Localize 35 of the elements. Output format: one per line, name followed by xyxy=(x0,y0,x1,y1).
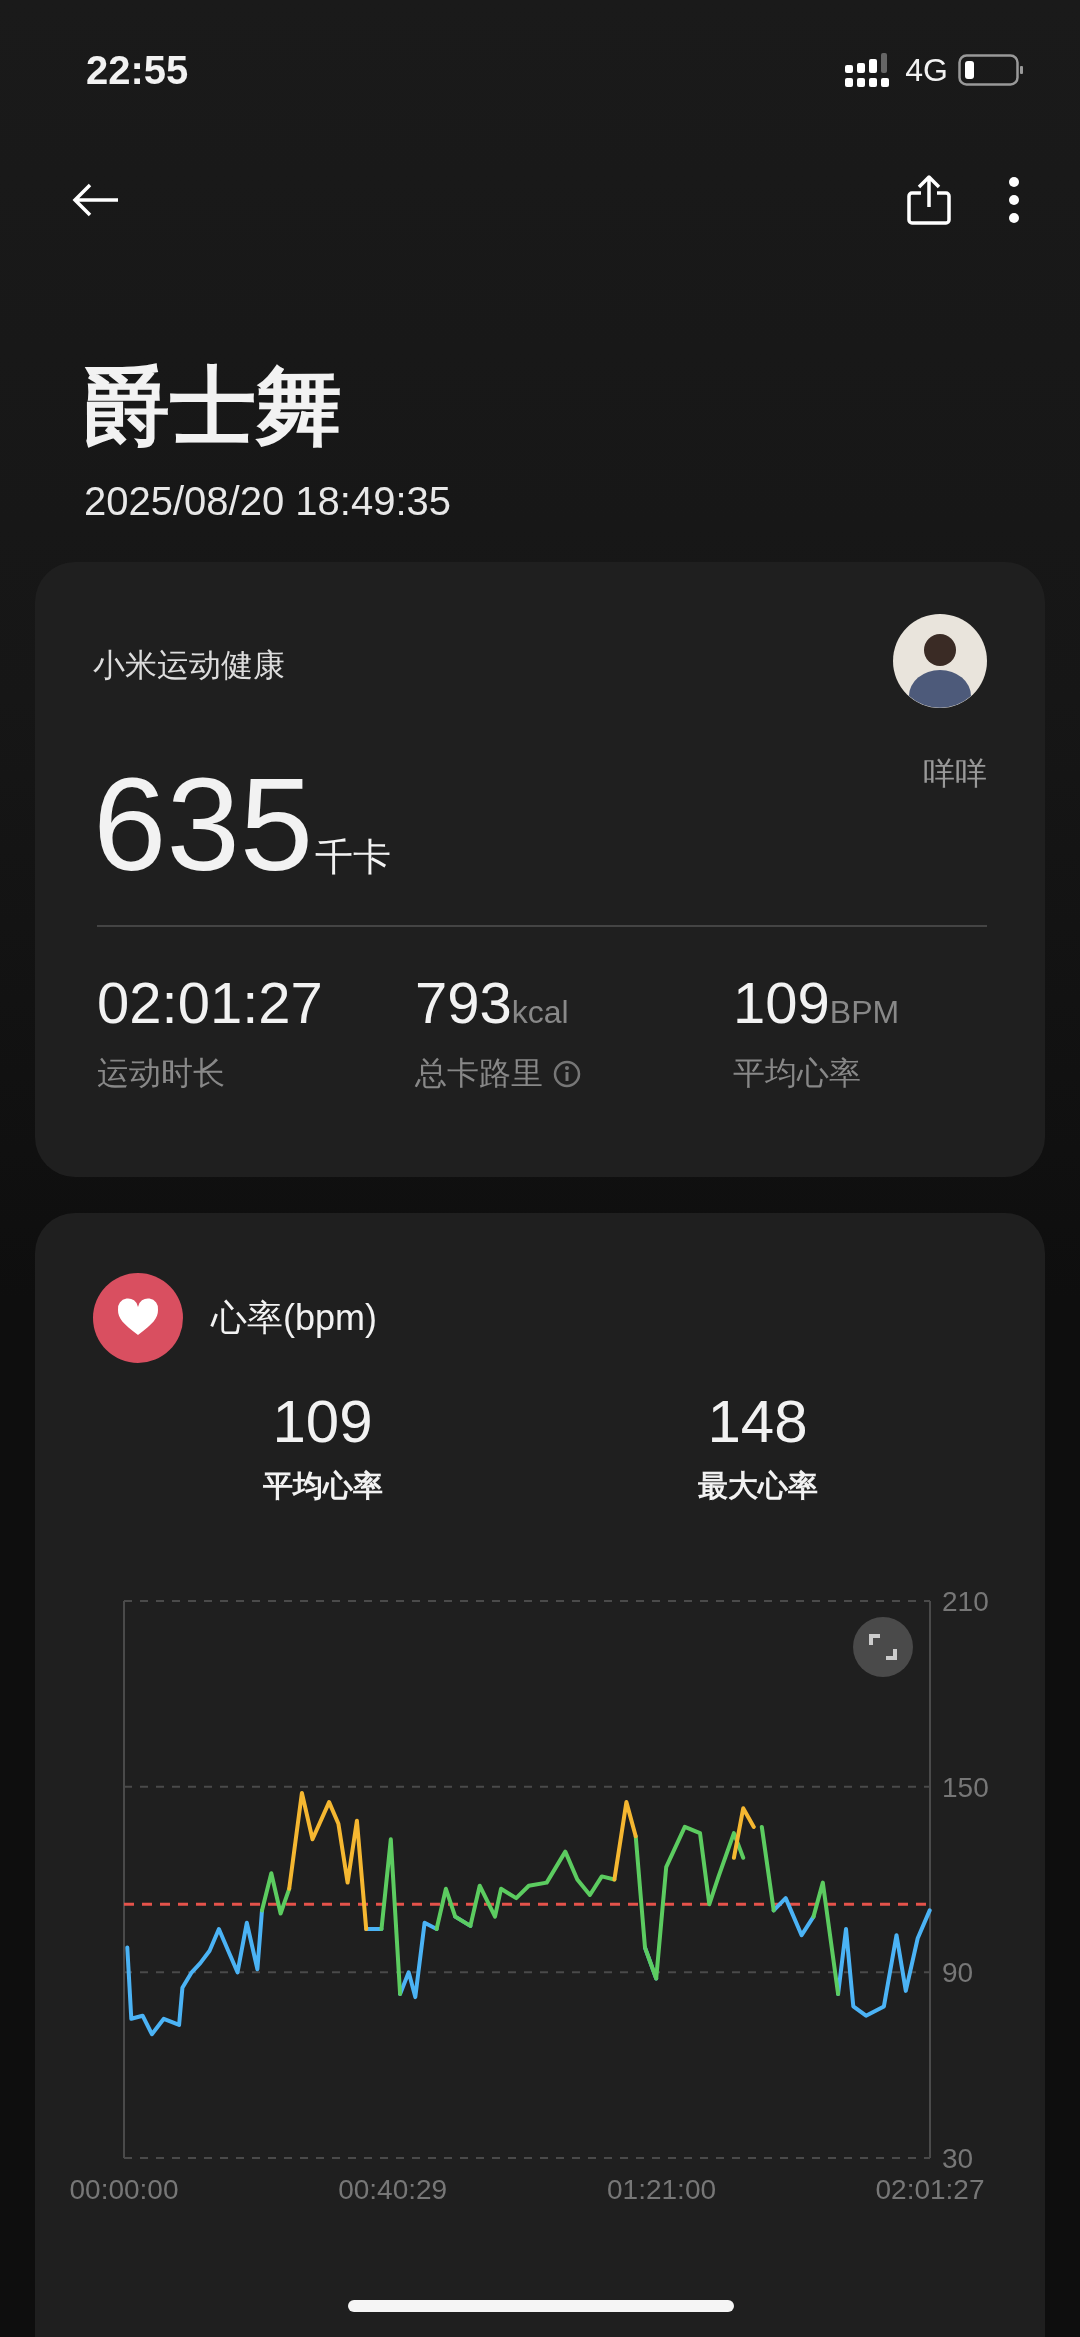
axis-label: 00:00:00 xyxy=(69,2174,179,2205)
battery-icon xyxy=(958,54,1024,86)
axis-label: 30 xyxy=(942,2143,974,2174)
axis-label: 01:21:00 xyxy=(607,2174,717,2205)
axis-label: 02:01:27 xyxy=(875,2174,985,2205)
stat-value: 148 xyxy=(707,1387,808,1456)
stat-unit: BPM xyxy=(829,993,900,1031)
more-icon[interactable] xyxy=(1008,177,1020,223)
calories-value: 635 xyxy=(93,756,314,895)
axis-label: 00:40:29 xyxy=(338,2174,448,2205)
stat-label: 平均心率 xyxy=(262,1468,383,1504)
stat-value: 02:01:27 xyxy=(97,968,323,1036)
back-icon[interactable] xyxy=(72,183,120,217)
axis-label: 210 xyxy=(942,1586,989,1617)
stat-label: 最大心率 xyxy=(697,1468,818,1504)
axis-label: 90 xyxy=(942,1957,974,1989)
section-title: 心率(bpm) xyxy=(211,1295,377,1340)
user-name: 咩咩 xyxy=(922,754,987,793)
axis-label: 150 xyxy=(942,1771,989,1803)
workout-date: 2025/08/20 18:49:35 xyxy=(84,479,452,524)
stat-value: 793 xyxy=(415,968,512,1036)
calories-unit: 千卡 xyxy=(315,835,392,880)
info-icon[interactable] xyxy=(553,1059,581,1088)
stat-value: 109 xyxy=(733,968,830,1036)
stat-unit: kcal xyxy=(511,993,569,1031)
workout-title: 爵士舞 xyxy=(84,363,343,449)
stat-label: 运动时长 xyxy=(97,1053,225,1093)
source-app: 小米运动健康 xyxy=(93,646,285,685)
stat-label: 总卡路里 xyxy=(415,1053,543,1093)
share-icon[interactable] xyxy=(906,175,952,225)
expand-button[interactable] xyxy=(853,1617,913,1677)
network-type: 4G xyxy=(905,51,948,89)
stat-value: 109 xyxy=(272,1387,373,1456)
status-time: 22:55 xyxy=(86,47,189,93)
stat-label: 平均心率 xyxy=(733,1053,861,1093)
